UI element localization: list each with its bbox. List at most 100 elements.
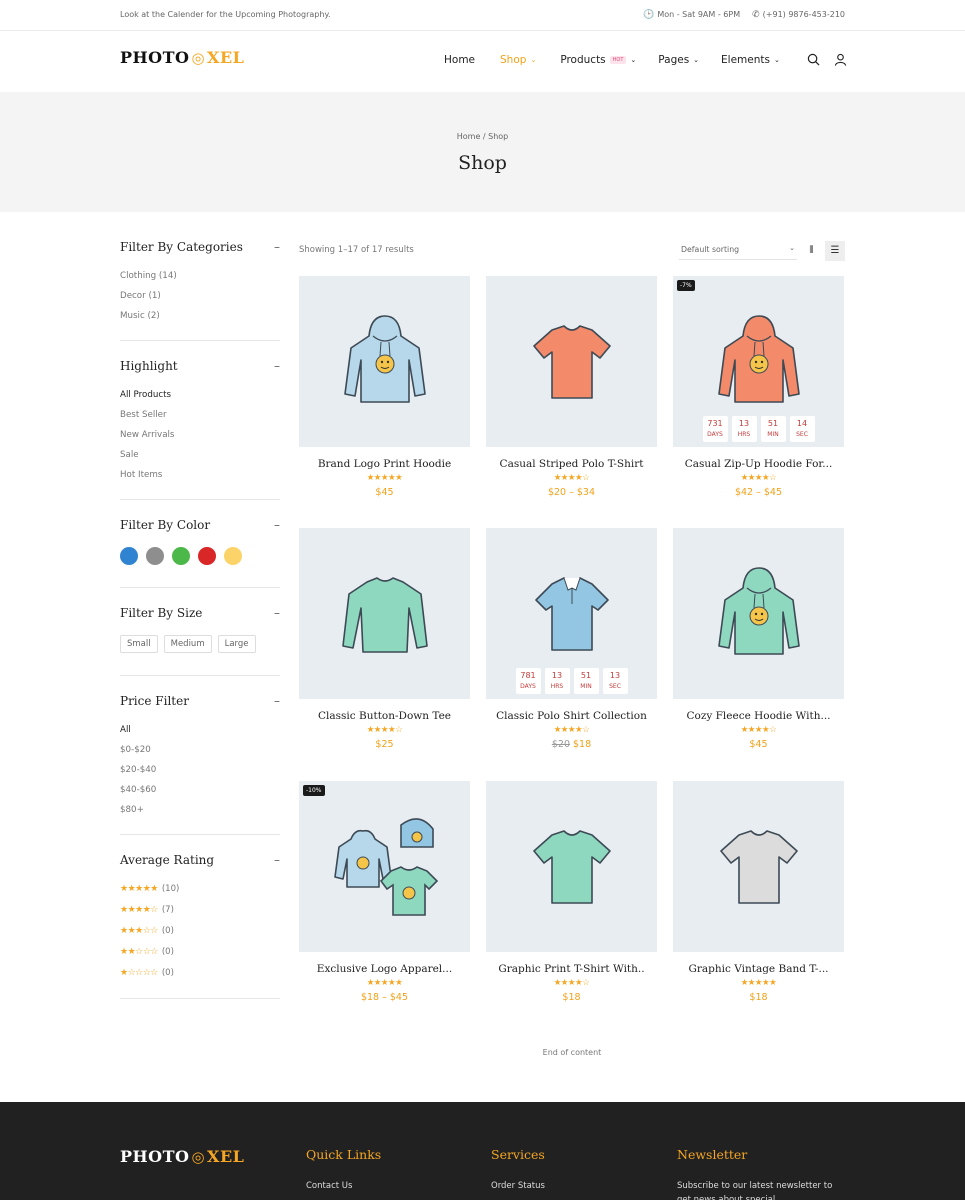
- nav-products[interactable]: Products HOT ⌄: [560, 54, 636, 66]
- rating-item[interactable]: ★★★★☆ (7): [120, 900, 280, 921]
- color-swatch[interactable]: [120, 547, 138, 565]
- product-card[interactable]: -7% 731 DAYS 13 HRS 51 MIN 14 SEC Casual Zip-Up H…: [673, 276, 844, 498]
- product-name[interactable]: Graphic Print T-Shirt With..: [486, 963, 657, 975]
- product-name[interactable]: Cozy Fleece Hoodie With...: [673, 710, 844, 722]
- collapse-icon[interactable]: –: [274, 694, 280, 710]
- product-card[interactable]: Cozy Fleece Hoodie With... ★★★★☆ $45: [673, 528, 844, 750]
- size-option[interactable]: Small: [120, 635, 158, 653]
- product-image[interactable]: [673, 781, 844, 952]
- color-swatch[interactable]: [146, 547, 164, 565]
- product-card[interactable]: Classic Button-Down Tee ★★★★☆ $25: [299, 528, 470, 750]
- price-item[interactable]: $80+: [120, 800, 280, 820]
- category-item[interactable]: Clothing (14): [120, 266, 280, 286]
- phone[interactable]: ✆ (+91) 9876-453-210: [752, 10, 845, 20]
- product-name[interactable]: Graphic Vintage Band T-...: [673, 963, 844, 975]
- chevron-down-icon: ⌄: [789, 244, 795, 252]
- collapse-icon[interactable]: –: [274, 359, 280, 375]
- star-icon: ★★★★★: [366, 473, 403, 483]
- product-image[interactable]: [486, 276, 657, 447]
- product-image[interactable]: -7% 731 DAYS 13 HRS 51 MIN 14 SEC: [673, 276, 844, 447]
- timer-cell: 13 HRS: [544, 668, 570, 694]
- rating-item[interactable]: ★★★☆☆ (0): [120, 921, 280, 942]
- highlight-item[interactable]: New Arrivals: [120, 425, 280, 445]
- user-icon[interactable]: [834, 53, 847, 66]
- price-item[interactable]: $20-$40: [120, 760, 280, 780]
- star-icon: ★★★★★: [366, 978, 403, 988]
- product-image[interactable]: [299, 276, 470, 447]
- product-name[interactable]: Casual Striped Polo T-Shirt: [486, 458, 657, 470]
- footer-quick-links: Quick Links Contact Us: [306, 1147, 382, 1193]
- garment-illustration: [532, 324, 611, 399]
- product-name[interactable]: Brand Logo Print Hoodie: [299, 458, 470, 470]
- product-name[interactable]: Classic Polo Shirt Collection: [486, 710, 657, 722]
- breadcrumb[interactable]: Home / Shop: [0, 132, 965, 141]
- grid-view-icon[interactable]: ⦀: [803, 242, 820, 259]
- nav-shop[interactable]: Shop ⌄: [500, 54, 536, 66]
- size-option[interactable]: Medium: [163, 635, 212, 653]
- product-card[interactable]: Graphic Vintage Band T-... ★★★★★ $18: [673, 781, 844, 1003]
- star-icon: ★☆☆☆☆: [120, 968, 158, 978]
- product-price: $18: [749, 992, 768, 1003]
- chevron-down-icon: ⌄: [693, 56, 700, 64]
- product-image[interactable]: 781 DAYS 13 HRS 51 MIN 13 SEC: [486, 528, 657, 699]
- rating-item[interactable]: ★★★★★ (10): [120, 879, 280, 900]
- product-image[interactable]: [486, 781, 657, 952]
- search-icon[interactable]: [807, 53, 820, 66]
- product-card[interactable]: Graphic Print T-Shirt With.. ★★★★☆ $18: [486, 781, 657, 1003]
- hot-badge: HOT: [609, 56, 627, 64]
- list-view-icon[interactable]: ☰: [825, 241, 845, 261]
- end-of-content: End of content: [542, 1048, 602, 1057]
- price-item[interactable]: $40-$60: [120, 780, 280, 800]
- category-item[interactable]: Decor (1): [120, 286, 280, 306]
- product-name[interactable]: Classic Button-Down Tee: [299, 710, 470, 722]
- nav-elements[interactable]: Elements ⌄: [721, 54, 780, 66]
- footer-link[interactable]: Order Status: [491, 1179, 545, 1193]
- discount-badge: -7%: [677, 280, 695, 291]
- category-item[interactable]: Music (2): [120, 306, 280, 326]
- nav-pages[interactable]: Pages ⌄: [658, 54, 699, 66]
- product-image[interactable]: [299, 528, 470, 699]
- price-item[interactable]: $0-$20: [120, 740, 280, 760]
- filter-price: Price Filter – All $0-$20 $20-$40 $40-$60…: [120, 694, 280, 835]
- product-card[interactable]: Casual Striped Polo T-Shirt ★★★★☆ $20 – $3…: [486, 276, 657, 498]
- size-option[interactable]: Large: [217, 635, 256, 653]
- product-card[interactable]: Brand Logo Print Hoodie ★★★★★ $45: [299, 276, 470, 498]
- color-swatch[interactable]: [224, 547, 242, 565]
- collapse-icon[interactable]: –: [274, 240, 280, 256]
- rating-item[interactable]: ★★☆☆☆ (0): [120, 942, 280, 963]
- garment-illustration: [343, 314, 426, 403]
- product-name[interactable]: Casual Zip-Up Hoodie For...: [673, 458, 844, 470]
- product-image[interactable]: [673, 528, 844, 699]
- highlight-item[interactable]: Best Seller: [120, 405, 280, 425]
- price-item[interactable]: All: [120, 720, 280, 740]
- star-icon: ★★☆☆☆: [120, 947, 158, 957]
- product-card[interactable]: -10% Exclusive Logo Apparel... ★★★★★ $18 – …: [299, 781, 470, 1003]
- color-swatch[interactable]: [198, 547, 216, 565]
- rating-item[interactable]: ★☆☆☆☆ (0): [120, 963, 280, 984]
- footer-services: Services Order Status: [491, 1147, 545, 1193]
- star-icon: ★★★☆☆: [120, 926, 158, 936]
- highlight-item[interactable]: All Products: [120, 385, 280, 405]
- collapse-icon[interactable]: –: [274, 518, 280, 534]
- product-card[interactable]: 781 DAYS 13 HRS 51 MIN 13 SEC Classic Polo Shirt…: [486, 528, 657, 750]
- timer-cell: 51 MIN: [760, 416, 786, 442]
- main-nav: Home Shop ⌄ Products HOT ⌄ Pages ⌄ Elements ⌄: [444, 54, 780, 66]
- product-price: $45: [375, 487, 394, 498]
- result-count: Showing 1–17 of 17 results: [299, 245, 414, 255]
- sort-select[interactable]: Default sorting ⌄: [679, 241, 797, 260]
- highlight-item[interactable]: Hot Items: [120, 465, 280, 485]
- filter-rating: Average Rating – ★★★★★ (10) ★★★★☆ (7) ★★★☆☆…: [120, 853, 280, 999]
- footer-link[interactable]: Contact Us: [306, 1179, 381, 1193]
- footer-logo[interactable]: PHOTO ◎ XEL: [120, 1147, 244, 1166]
- highlight-item[interactable]: Sale: [120, 445, 280, 465]
- collapse-icon[interactable]: –: [274, 853, 280, 869]
- logo[interactable]: PHOTO ◎ XEL: [120, 48, 244, 67]
- color-swatch[interactable]: [172, 547, 190, 565]
- filter-size: Filter By Size – Small Medium Large: [120, 606, 280, 676]
- collapse-icon[interactable]: –: [274, 606, 280, 622]
- product-image[interactable]: -10%: [299, 781, 470, 952]
- product-name[interactable]: Exclusive Logo Apparel...: [299, 963, 470, 975]
- page-title: Shop: [458, 152, 507, 174]
- chevron-down-icon: ⌄: [774, 56, 780, 64]
- nav-home[interactable]: Home: [444, 54, 475, 66]
